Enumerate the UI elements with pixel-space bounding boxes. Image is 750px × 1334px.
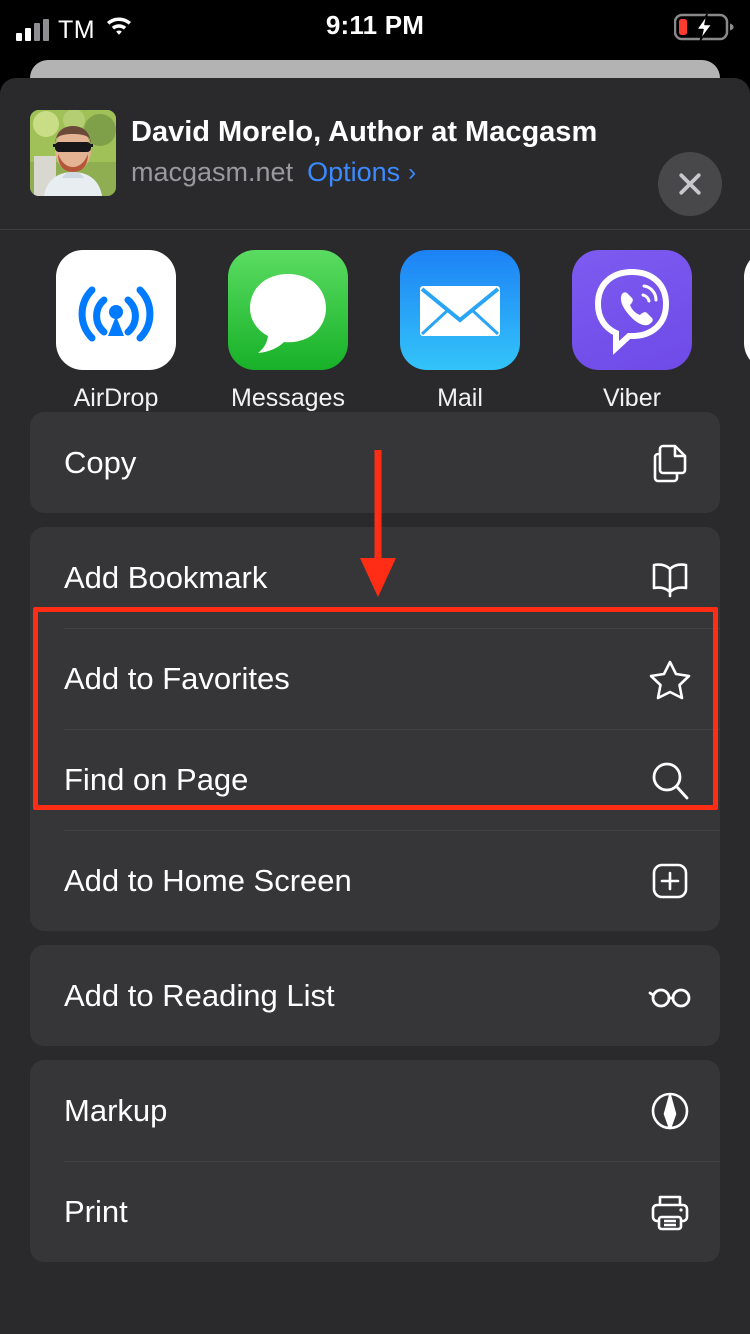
action-label: Add to Home Screen: [64, 862, 352, 898]
action-row-print[interactable]: Print: [30, 1161, 720, 1262]
action-label: Find on Page: [64, 761, 249, 797]
markup-pen-icon: [646, 1087, 694, 1135]
share-app-mail[interactable]: Mail: [374, 250, 546, 412]
airdrop-icon: [56, 250, 176, 370]
printer-icon: [646, 1188, 694, 1236]
options-label: Options: [307, 157, 401, 187]
viber-icon: [572, 250, 692, 370]
share-app-label: Messages: [231, 384, 345, 412]
plus-square-icon: [646, 857, 694, 905]
mail-icon: [400, 250, 520, 370]
share-target-info: David Morelo, Author at Macgasm macgasm.…: [131, 116, 640, 188]
action-row-markup[interactable]: Markup: [30, 1060, 720, 1161]
action-row-add-to-home-screen[interactable]: Add to Home Screen: [30, 830, 720, 931]
share-app-label: AirDrop: [73, 384, 159, 412]
action-group-tools: Markup Print: [30, 1060, 720, 1262]
share-app-airdrop[interactable]: AirDrop: [30, 250, 202, 412]
search-icon: [646, 756, 694, 804]
share-sheet-header: David Morelo, Author at Macgasm macgasm.…: [0, 78, 750, 230]
close-button[interactable]: [658, 152, 722, 216]
action-label: Add Bookmark: [64, 559, 268, 595]
close-icon: [679, 173, 701, 195]
messages-icon: [228, 250, 348, 370]
action-label: Add to Reading List: [64, 977, 335, 1013]
options-button[interactable]: Options ›: [307, 157, 416, 188]
telegram-icon: [744, 250, 750, 370]
action-label: Markup: [64, 1092, 168, 1128]
page-subtitle-row: macgasm.net Options ›: [131, 157, 640, 188]
battery-charging-low-icon: [673, 12, 736, 47]
status-bar-right: [673, 12, 736, 47]
star-icon: [646, 655, 694, 703]
action-group-browser: Add Bookmark Add to Favorites Find on Pa…: [30, 527, 720, 931]
iphone-screen: TM 9:11 PM David Morelo, Author at Macga…: [0, 0, 750, 1334]
page-domain: macgasm.net: [131, 157, 294, 187]
chevron-right-icon: ›: [408, 158, 417, 186]
book-icon: [646, 554, 694, 602]
status-bar-clock: 9:11 PM: [325, 10, 425, 40]
share-app-viber[interactable]: Viber: [546, 250, 718, 412]
action-row-add-to-favorites[interactable]: Add to Favorites: [30, 628, 720, 729]
share-app-track: AirDrop Messages Mail Viber: [0, 250, 750, 412]
share-action-groups: Copy Add Bookmark Add to Favorites Find …: [0, 412, 750, 1262]
share-sheet: David Morelo, Author at Macgasm macgasm.…: [0, 78, 750, 1334]
share-app-label: Viber: [603, 384, 661, 412]
avatar-photo: [30, 110, 116, 196]
action-label: Add to Favorites: [64, 660, 290, 696]
action-row-add-bookmark[interactable]: Add Bookmark: [30, 527, 720, 628]
share-app-label: Mail: [437, 384, 483, 412]
share-app-row[interactable]: AirDrop Messages Mail Viber: [0, 230, 750, 412]
glasses-icon: [646, 972, 694, 1020]
share-app-telegram[interactable]: Te: [718, 250, 750, 412]
share-app-label: Te: [718, 384, 750, 412]
action-row-find-on-page[interactable]: Find on Page: [30, 729, 720, 830]
page-title: David Morelo, Author at Macgasm: [131, 116, 598, 148]
action-label: Print: [64, 1193, 128, 1229]
action-label: Copy: [64, 444, 137, 480]
copy-icon: [646, 439, 694, 487]
share-app-messages[interactable]: Messages: [202, 250, 374, 412]
action-row-copy[interactable]: Copy: [30, 412, 720, 513]
action-group-reading-list: Add to Reading List: [30, 945, 720, 1046]
status-bar: TM 9:11 PM: [0, 0, 750, 58]
action-row-add-to-reading-list[interactable]: Add to Reading List: [30, 945, 720, 1046]
action-group-copy: Copy: [30, 412, 720, 513]
